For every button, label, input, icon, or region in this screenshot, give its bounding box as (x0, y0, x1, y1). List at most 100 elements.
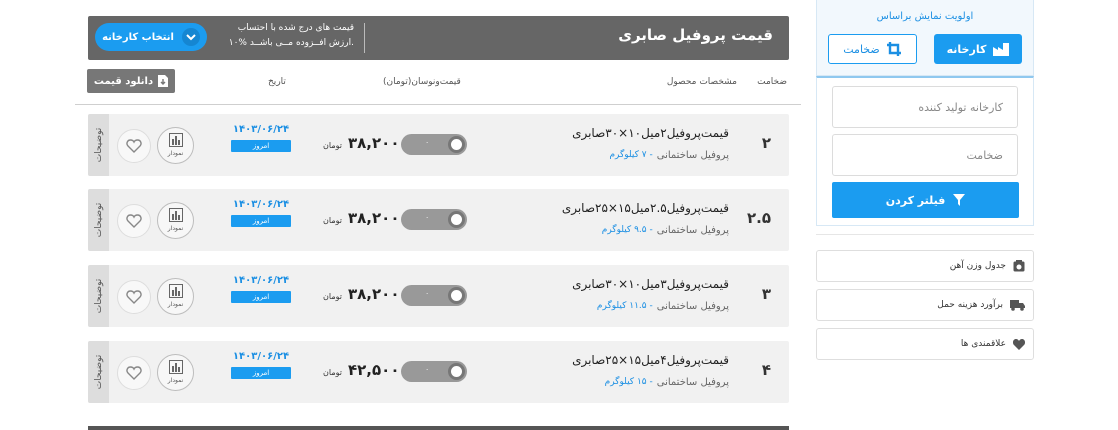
product-row: ۳ قیمت‌پروفیل۳میل۱۰×۳۰صابری پروفیل ساختم… (88, 265, 789, 327)
page-header: قیمت پروفیل صابری قیمت های درج شده با اح… (88, 16, 789, 60)
price-change-value: ۰ (425, 138, 430, 147)
description-tab-label: توضیحات (93, 127, 104, 163)
bar-chart-icon (169, 360, 183, 374)
chart-button[interactable]: نمودار (157, 354, 194, 391)
description-tab-label: توضیحات (93, 354, 104, 390)
description-tab[interactable]: توضیحات (88, 265, 109, 327)
chart-button[interactable]: نمودار (157, 127, 194, 164)
row-thickness: ۲ (761, 134, 771, 152)
chart-button-label: نمودار (167, 150, 184, 157)
price-value: ۳۸,۲۰۰ (348, 209, 400, 227)
priority-panel: اولویت نمایش براساس کارخانه ضخامت (816, 0, 1034, 76)
favorite-button[interactable] (117, 280, 151, 314)
description-tab-label: توضیحات (93, 202, 104, 238)
column-date: تاریخ (268, 77, 286, 87)
today-badge: امروز (231, 140, 291, 152)
price-change-value: ۰ (425, 365, 430, 374)
chart-button[interactable]: نمودار (157, 278, 194, 315)
priority-label: اولویت نمایش براساس (876, 11, 974, 22)
price-value: ۳۸,۲۰۰ (348, 134, 400, 152)
download-prices-button[interactable]: دانلود قیمت (87, 69, 175, 93)
product-weight: - ۱۵ کیلوگرم (604, 377, 653, 387)
funnel-icon (953, 194, 966, 206)
heart-icon (1013, 338, 1025, 350)
heart-outline-icon (126, 139, 142, 153)
product-title-link[interactable]: قیمت‌پروفیل۴میل۱۵×۲۵صابری (572, 353, 729, 367)
favorite-button[interactable] (117, 204, 151, 238)
select-factory-button[interactable]: انتخاب کارخانه (95, 23, 207, 51)
column-specs: مشخصات محصول (666, 77, 737, 87)
download-label: دانلود قیمت (93, 75, 154, 87)
description-tab[interactable]: توضیحات (88, 341, 109, 403)
favorite-button[interactable] (117, 129, 151, 163)
row-thickness: ۲.۵ (746, 209, 771, 227)
thickness-input[interactable]: ضخامت (832, 134, 1018, 176)
product-weight: - ۹.۵ کیلوگرم (601, 225, 653, 235)
vat-note-line2: ۱۰% ارزش افــزوده مــی باشــد. (228, 38, 354, 48)
sort-by-thickness-button[interactable]: ضخامت (828, 34, 917, 64)
crop-icon (886, 41, 901, 56)
product-subtitle: پروفیل ساختمانی - ۱۵ کیلوگرم (605, 377, 729, 388)
factory-button-label: کارخانه (946, 42, 987, 56)
next-section-edge (88, 426, 789, 430)
chart-button[interactable]: نمودار (157, 202, 194, 239)
price-change-toggle[interactable]: ۰ (401, 285, 467, 306)
price-value: ۳۸,۲۰۰ (348, 285, 400, 303)
product-row: ۲ قیمت‌پروفیل۲میل۱۰×۳۰صابری پروفیل ساختم… (88, 114, 789, 176)
price-change-value: ۰ (425, 289, 430, 298)
chart-button-label: نمودار (167, 225, 184, 232)
row-thickness: ۳ (761, 285, 771, 303)
product-weight: - ۷ کیلوگرم (609, 150, 653, 160)
product-title-link[interactable]: قیمت‌پروفیل۳میل۱۰×۳۰صابری (572, 277, 729, 291)
table-icon (1013, 260, 1025, 272)
product-weight: - ۱۱.۵ کیلوگرم (596, 301, 653, 311)
heart-outline-icon (126, 290, 142, 304)
price-change-toggle[interactable]: ۰ (401, 209, 467, 230)
price-change-toggle[interactable]: ۰ (401, 361, 467, 382)
factory-icon (993, 42, 1010, 56)
today-badge: امروز (231, 367, 291, 379)
sidebar-link-shipping-cost[interactable]: برآورد هزینه حمل (816, 289, 1034, 321)
description-tab[interactable]: توضیحات (88, 189, 109, 251)
sidebar-link-label: جدول وزن آهن (949, 261, 1006, 271)
toggle-knob (448, 363, 465, 380)
sidebar-link-favorites[interactable]: علاقمندی ها (816, 328, 1034, 360)
product-category: پروفیل ساختمانی (656, 225, 729, 236)
header-divider (364, 23, 365, 53)
maker-input-placeholder: کارخانه تولید کننده (918, 100, 1003, 114)
filter-button-label: فیلتر کردن (885, 193, 946, 207)
price-unit: تومان (323, 216, 342, 225)
toggle-knob (448, 136, 465, 153)
column-price-change: قیمت‌و‌نوسان(تومان) (383, 77, 461, 87)
vat-note-line1: قیمت های درج شده با احتساب (237, 23, 354, 33)
sidebar-link-weight-table[interactable]: جدول وزن آهن (816, 250, 1034, 282)
price-date: ۱۴۰۳/۰۶/۲۴ (232, 199, 290, 210)
price-change-toggle[interactable]: ۰ (401, 134, 467, 155)
vat-note: قیمت های درج شده با احتساب ۱۰% ارزش افــ… (222, 21, 354, 51)
bar-chart-icon (169, 133, 183, 147)
product-title-link[interactable]: قیمت‌پروفیل۲میل۱۰×۳۰صابری (572, 126, 729, 140)
chevron-down-icon (181, 28, 200, 46)
price-date: ۱۴۰۳/۰۶/۲۴ (232, 124, 290, 135)
product-category: پروفیل ساختمانی (656, 377, 729, 388)
download-icon (158, 75, 169, 87)
truck-icon (1010, 299, 1025, 311)
sort-by-factory-button[interactable]: کارخانه (934, 34, 1022, 64)
description-tab[interactable]: توضیحات (88, 114, 109, 176)
bar-chart-icon (169, 208, 183, 222)
product-title-link[interactable]: قیمت‌پروفیل۲.۵میل۱۵×۲۵صابری (562, 201, 729, 215)
product-category: پروفیل ساختمانی (656, 150, 729, 161)
price-date: ۱۴۰۳/۰۶/۲۴ (232, 275, 290, 286)
price-unit: تومان (323, 141, 342, 150)
favorite-button[interactable] (117, 356, 151, 390)
chart-button-label: نمودار (167, 377, 184, 384)
sidebar-link-label: علاقمندی ها (960, 339, 1006, 349)
filter-button[interactable]: فیلتر کردن (832, 182, 1019, 218)
product-row: ۲.۵ قیمت‌پروفیل۲.۵میل۱۵×۲۵صابری پروفیل س… (88, 189, 789, 251)
price-unit: تومان (323, 292, 342, 301)
toggle-knob (448, 211, 465, 228)
select-factory-label: انتخاب کارخانه (102, 31, 174, 43)
row-thickness: ۴ (761, 361, 771, 379)
price-unit: تومان (323, 368, 342, 377)
maker-input[interactable]: کارخانه تولید کننده (832, 86, 1018, 128)
